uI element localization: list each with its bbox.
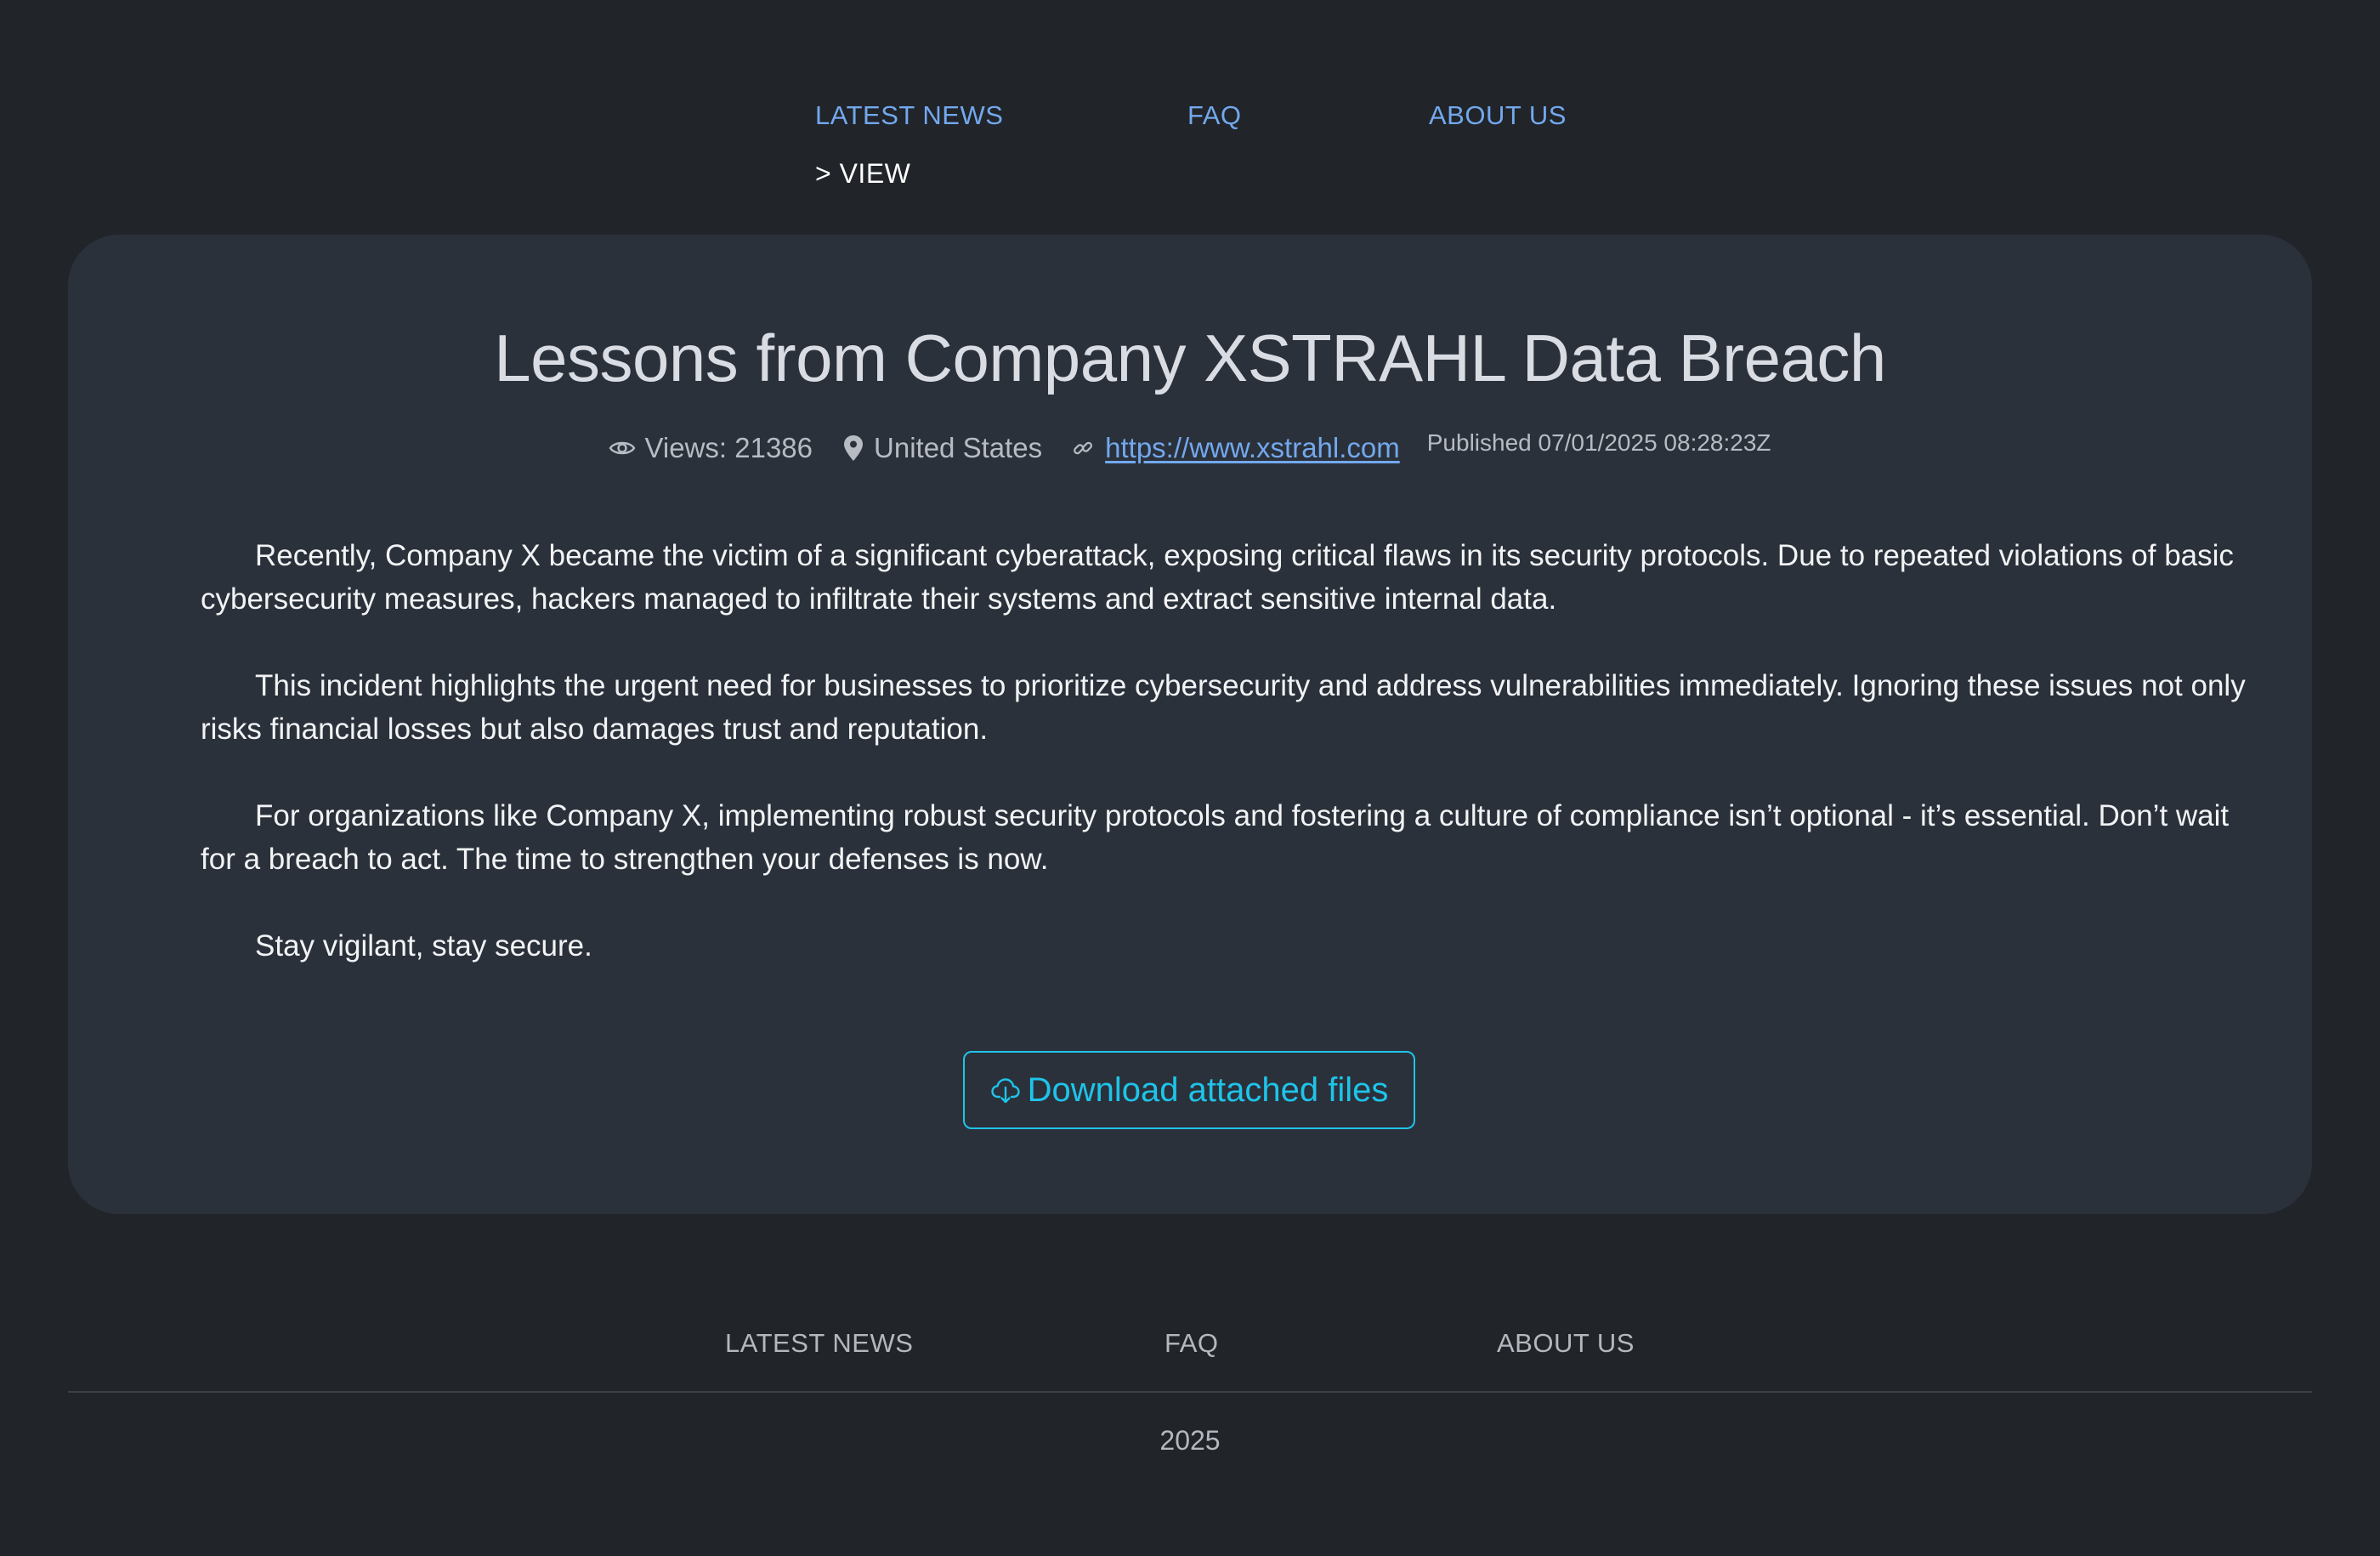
download-button-label: Download attached files: [1027, 1070, 1389, 1109]
top-nav: LATEST NEWS FAQ ABOUT US: [815, 100, 1580, 151]
views-count: Views: 21386: [644, 432, 813, 463]
nav-about-us-link[interactable]: ABOUT US: [1429, 100, 1567, 131]
source-link-meta: https://www.xstrahl.com: [1073, 432, 1400, 464]
published-date: Published 07/01/2025 08:28:23Z: [1426, 429, 1771, 456]
article-meta: Views: 21386 United States https://www.x…: [68, 427, 2312, 469]
footer-nav: LATEST NEWS FAQ ABOUT US: [0, 1328, 2380, 1366]
link-icon: [1074, 441, 1093, 455]
nav-faq-link[interactable]: FAQ: [1187, 100, 1242, 131]
article-title: Lessons from Company XSTRAHL Data Breach: [494, 321, 1886, 395]
location-meta: United States: [843, 432, 1042, 464]
views-meta: Views: 21386: [609, 432, 813, 464]
nav-latest-news-link[interactable]: LATEST NEWS: [815, 100, 1003, 131]
map-pin-icon: [844, 435, 864, 461]
footer-latest-news-link[interactable]: LATEST NEWS: [725, 1328, 913, 1359]
breadcrumb: > VIEW: [815, 158, 911, 189]
article-paragraph: Stay vigilant, stay secure.: [255, 929, 592, 963]
location-text: United States: [874, 432, 1043, 463]
download-attached-files-button[interactable]: Download attached files: [963, 1051, 1415, 1129]
article-card: Lessons from Company XSTRAHL Data Breach…: [68, 235, 2312, 1214]
article-body: Recently, Company X became the victim of…: [201, 534, 2258, 1011]
cloud-download-icon: [990, 1078, 1020, 1104]
article-paragraph: For organizations like Company X, implem…: [201, 799, 2230, 876]
eye-icon: [609, 441, 636, 455]
footer-divider: [68, 1391, 2312, 1393]
footer-about-us-link[interactable]: ABOUT US: [1497, 1328, 1635, 1359]
footer-faq-link[interactable]: FAQ: [1164, 1328, 1219, 1359]
article-paragraph: Recently, Company X became the victim of…: [201, 539, 2234, 616]
article-paragraph: This incident highlights the urgent need…: [201, 669, 2246, 746]
copyright-year: 2025: [1159, 1425, 1221, 1456]
source-url-link[interactable]: https://www.xstrahl.com: [1105, 432, 1400, 464]
